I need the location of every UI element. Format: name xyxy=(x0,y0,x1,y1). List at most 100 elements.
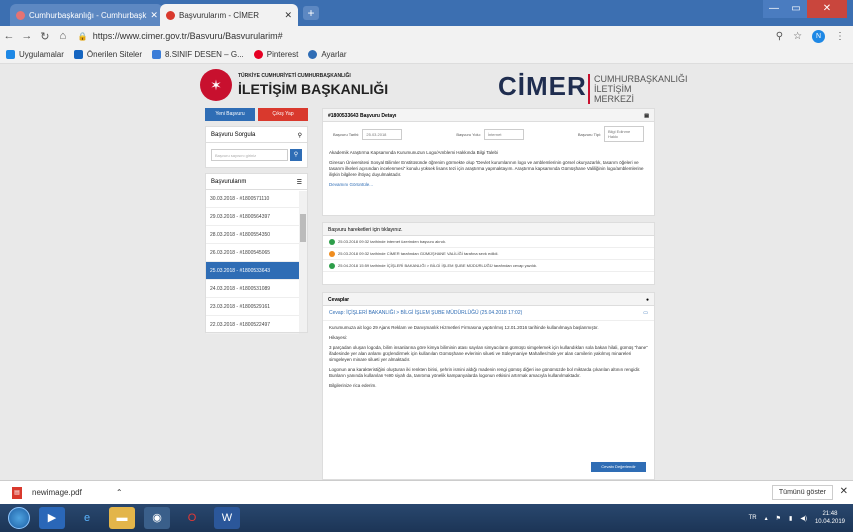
lock-icon: 🔒 xyxy=(77,31,88,41)
list-scrollbar[interactable] xyxy=(299,191,307,332)
application-search-input[interactable]: Başvuru sayısını giriniz xyxy=(211,149,288,161)
search-button[interactable]: ⚲ xyxy=(290,149,302,161)
bookmark-settings[interactable]: Ayarlar xyxy=(308,50,347,59)
close-tab-icon[interactable]: ✕ xyxy=(284,10,292,21)
logout-button[interactable]: Çıkış Yap xyxy=(258,108,308,121)
channel-value: İnternet xyxy=(483,128,524,140)
list-item[interactable]: 30.03.2018 - #1800571110 xyxy=(206,190,299,208)
answers-title: Cevaplar xyxy=(328,297,350,303)
window-controls: — ▭ ✕ xyxy=(763,0,847,18)
answers-panel: Cevaplar ● Cevap: İÇİŞLERİ BAKANLIĞI > Bİ… xyxy=(322,292,655,480)
history-text: 25.04.2018 15:59 tarihinde İÇİŞLERİ BAKA… xyxy=(338,263,538,268)
applications-list: Başvurularım ☰ 30.03.2018 - #1800571110 2… xyxy=(205,173,308,334)
flag-icon[interactable]: ⚑ xyxy=(776,515,781,522)
list-item-selected[interactable]: 25.03.2018 - #1800533643 xyxy=(206,262,299,280)
tray-arrow-icon[interactable]: ▴ xyxy=(765,515,768,522)
cimer-logo: CİMER xyxy=(498,71,587,101)
gear-icon xyxy=(308,50,318,59)
bookmarks-bar: Uygulamalar Önerilen Siteler 8.SINIF DES… xyxy=(0,46,853,64)
list-item[interactable]: 24.03.2018 - #1800531089 xyxy=(206,280,299,298)
windows-taskbar: ▶ e ▬ ◉ O W TR ▴ ⚑ ▮ ◀) 21:48 10.04.2019 xyxy=(0,504,853,532)
file-explorer-icon[interactable]: ▬ xyxy=(109,507,135,529)
clock[interactable]: 21:48 10.04.2019 xyxy=(815,510,845,526)
bookmark-pinterest[interactable]: Pinterest xyxy=(253,50,299,59)
system-tray: TR ▴ ⚑ ▮ ◀) 21:48 10.04.2019 xyxy=(749,510,853,526)
answer-paragraph: Hikayesi: xyxy=(329,335,348,340)
avatar[interactable]: N xyxy=(812,29,826,43)
channel-label: Başvuru Yolu: xyxy=(456,131,481,137)
close-tab-icon[interactable]: ✕ xyxy=(150,10,158,21)
search-icon: ⚲ xyxy=(297,133,302,139)
history-toggle[interactable]: Başvuru hareketleri için tıklayınız. xyxy=(328,227,402,233)
bookmark-apps[interactable]: Uygulamalar xyxy=(6,50,64,59)
address-bar[interactable]: 🔒 https://www.cimer.gov.tr/Basvuru/Basvu… xyxy=(78,28,776,44)
list-item[interactable]: 29.03.2018 - #1800564397 xyxy=(206,208,299,226)
application-text: Giresun Üniversitesi Sosyal Bilimler Ens… xyxy=(329,160,644,177)
subject-text: Akademik Araştırma Kapsamında Kurumunuzu… xyxy=(329,150,499,155)
reload-icon[interactable]: ↻ xyxy=(36,30,54,43)
volume-icon[interactable]: ◀) xyxy=(800,515,807,522)
list-item[interactable]: 28.03.2018 - #1800554350 xyxy=(206,226,299,244)
show-more-link[interactable]: Devamını Görüntüle... xyxy=(329,182,648,188)
bookmark-desen[interactable]: 8.SINIF DESEN – G... xyxy=(152,50,244,59)
history-row: 25.03.2018 09:32 tarihinde internet üzer… xyxy=(323,236,654,248)
history-text: 25.03.2018 09:32 tarihinde CİMER tarafın… xyxy=(338,251,499,256)
evaluate-answer-button[interactable]: Cevabı Değerlendir xyxy=(591,462,646,472)
close-download-bar-icon[interactable]: ✕ xyxy=(840,486,848,497)
minimize-icon[interactable]: — xyxy=(763,0,785,18)
answer-body: Kurumumuza ait logo 29 Ajans Reklam ve D… xyxy=(323,321,654,397)
language-indicator[interactable]: TR xyxy=(749,515,757,521)
show-all-button[interactable]: Tümünü göster xyxy=(771,485,833,500)
wordpress-icon xyxy=(152,50,162,59)
clock-time: 21:48 xyxy=(822,511,838,517)
bookmark-suggested[interactable]: Önerilen Siteler xyxy=(73,50,142,59)
chrome-icon[interactable]: ◉ xyxy=(144,507,170,529)
scrollbar-thumb[interactable] xyxy=(300,214,306,242)
type-value: Bilgi Edinme Hakkı xyxy=(603,126,644,142)
word-icon[interactable]: W xyxy=(214,507,240,529)
url-text: https://www.cimer.gov.tr/Basvuru/Basvuru… xyxy=(92,31,283,41)
start-button[interactable] xyxy=(8,507,30,529)
internet-explorer-icon[interactable]: e xyxy=(74,507,100,529)
bookmark-label: Ayarlar xyxy=(321,50,347,59)
page-content: ✶ TÜRKİYE CUMHURİYETİ CUMHURBAŞKANLIĞI İ… xyxy=(0,64,853,480)
tab-cimer[interactable]: Başvurularım - CİMER ✕ xyxy=(160,4,298,26)
site-header: ✶ TÜRKİYE CUMHURİYETİ CUMHURBAŞKANLIĞI İ… xyxy=(200,69,688,105)
forward-icon[interactable]: → xyxy=(18,30,36,42)
pdf-file-icon: ▤ xyxy=(12,486,22,499)
print-icon[interactable]: ▤ xyxy=(644,113,649,119)
maximize-icon[interactable]: ▭ xyxy=(785,0,807,18)
new-tab-button[interactable]: + xyxy=(303,6,319,20)
home-icon[interactable]: ⌂ xyxy=(54,30,72,42)
detail-title: #1800533643 Başvuru Detayı xyxy=(328,113,397,119)
cimer-subtitle: CUMHURBAŞKANLIĞI İLETİŞİM MERKEZİ xyxy=(588,74,688,104)
date-value: 25.03.2018 xyxy=(362,128,403,140)
new-application-button[interactable]: Yeni Başvuru xyxy=(205,108,255,121)
opera-icon[interactable]: O xyxy=(179,507,205,529)
close-window-icon[interactable]: ✕ xyxy=(807,0,847,18)
answer-title[interactable]: Cevap: İÇİŞLERİ BAKANLIĞI > BİLGİ İŞLEM … xyxy=(329,310,522,316)
bookmark-label: Uygulamalar xyxy=(19,50,64,59)
zoom-icon[interactable]: ⚲ xyxy=(776,31,783,42)
tab-label: Başvurularım - CİMER xyxy=(179,10,260,20)
list-item[interactable]: 23.03.2018 - #1800529161 xyxy=(206,298,299,316)
network-icon[interactable]: ▮ xyxy=(789,515,792,522)
download-bar: ▤ newimage.pdf ⌃ Tümünü göster ✕ xyxy=(0,480,853,504)
detail-body: Akademik Araştırma Kapsamında Kurumunuzu… xyxy=(323,146,654,196)
list-item[interactable]: 22.03.2018 - #1800522497 xyxy=(206,316,299,334)
date-label: Başvuru Tarihi: xyxy=(333,131,360,137)
chevron-up-icon[interactable]: ⌃ xyxy=(116,488,123,497)
cimer-favicon-icon xyxy=(166,10,175,20)
clock-date: 10.04.2019 xyxy=(814,519,845,525)
reply-icon xyxy=(329,262,335,269)
menu-icon[interactable]: ⋮ xyxy=(835,31,845,42)
download-filename[interactable]: newimage.pdf xyxy=(32,488,82,497)
back-icon[interactable]: ← xyxy=(0,30,18,42)
bookmark-label: Pinterest xyxy=(266,50,299,59)
pinterest-icon xyxy=(253,50,263,59)
bookmark-star-icon[interactable]: ☆ xyxy=(793,31,802,42)
media-player-icon[interactable]: ▶ xyxy=(39,507,65,529)
history-panel: Başvuru hareketleri için tıklayınız. 25.… xyxy=(322,222,655,285)
tab-cumhurbaskanligi[interactable]: Cumhurbaşkanlığı - Cumhurbaşk ✕ xyxy=(10,4,163,26)
list-item[interactable]: 26.03.2018 - #1800545065 xyxy=(206,244,299,262)
